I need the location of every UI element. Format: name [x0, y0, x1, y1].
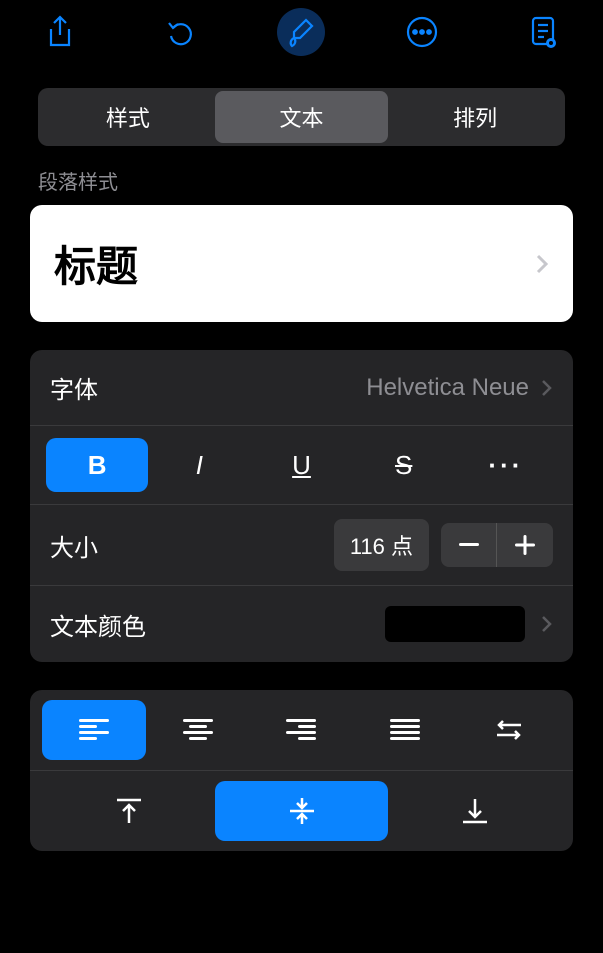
document-icon[interactable] [519, 8, 567, 56]
text-direction-button[interactable] [457, 700, 561, 760]
tab-text[interactable]: 文本 [215, 91, 389, 143]
paragraph-style-name: 标题 [54, 233, 138, 294]
horizontal-align-row [30, 690, 573, 771]
font-row[interactable]: 字体 Helvetica Neue [30, 350, 573, 426]
size-row: 大小 116 点 [30, 505, 573, 586]
valign-bottom-button[interactable] [388, 781, 561, 841]
size-increase-button[interactable] [497, 523, 553, 567]
size-stepper [441, 523, 553, 567]
valign-middle-button[interactable] [215, 781, 388, 841]
align-center-button[interactable] [146, 700, 250, 760]
vertical-align-row [30, 771, 573, 851]
text-style-buttons: B I U S ··· [30, 426, 573, 505]
text-color-row[interactable]: 文本颜色 [30, 586, 573, 662]
strikethrough-button[interactable]: S [353, 438, 455, 492]
italic-button[interactable]: I [148, 438, 250, 492]
bold-button[interactable]: B [46, 438, 148, 492]
ellipsis-icon: ··· [488, 450, 523, 481]
top-toolbar [0, 0, 603, 72]
undo-icon[interactable] [157, 8, 205, 56]
size-label: 大小 [50, 528, 98, 563]
tab-arrange[interactable]: 排列 [388, 91, 562, 143]
alignment-group [30, 690, 573, 851]
align-right-button[interactable] [250, 700, 354, 760]
format-tabs: 样式 文本 排列 [38, 88, 565, 146]
align-justify-button[interactable] [353, 700, 457, 760]
paragraph-style-selector[interactable]: 标题 [30, 205, 573, 322]
chevron-right-icon [535, 253, 549, 275]
size-decrease-button[interactable] [441, 523, 497, 567]
share-icon[interactable] [36, 8, 84, 56]
color-swatch [385, 606, 525, 642]
chevron-right-icon [541, 614, 553, 634]
tab-style[interactable]: 样式 [41, 91, 215, 143]
font-group: 字体 Helvetica Neue B I U S ··· 大小 116 点 [30, 350, 573, 662]
more-icon[interactable] [398, 8, 446, 56]
font-value: Helvetica Neue [366, 374, 529, 402]
chevron-right-icon [541, 378, 553, 398]
align-left-button[interactable] [42, 700, 146, 760]
text-color-label: 文本颜色 [50, 607, 146, 642]
size-value[interactable]: 116 点 [334, 519, 429, 571]
underline-button[interactable]: U [250, 438, 352, 492]
paragraph-section-label: 段落样式 [38, 166, 565, 195]
valign-top-button[interactable] [42, 781, 215, 841]
more-styles-button[interactable]: ··· [455, 438, 557, 492]
brush-icon[interactable] [277, 8, 325, 56]
font-label: 字体 [50, 370, 98, 405]
